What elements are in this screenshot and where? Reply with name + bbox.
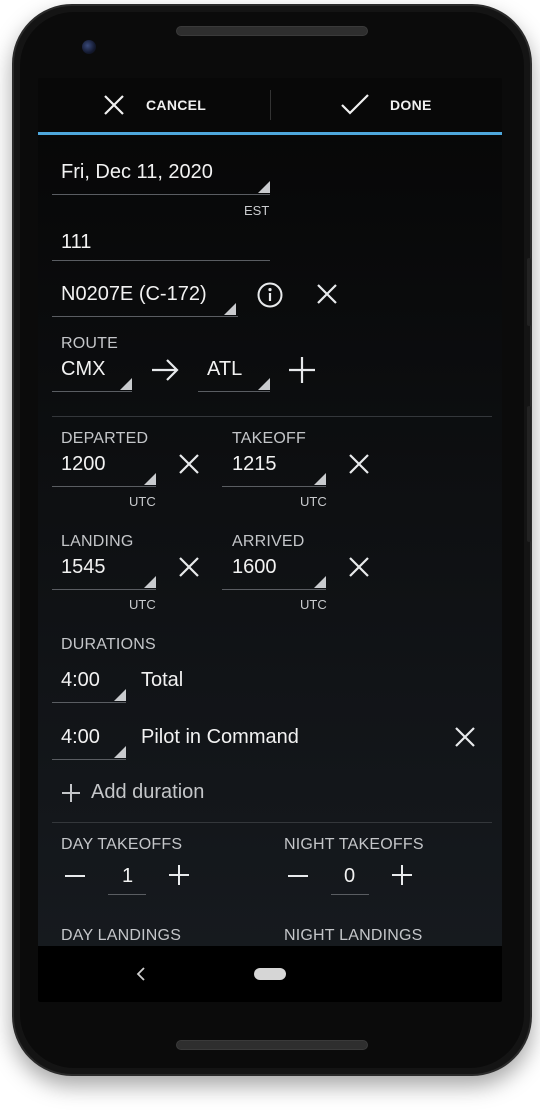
dropdown-triangle-icon [314, 576, 326, 588]
dropdown-triangle-icon [224, 303, 236, 315]
action-bar: CANCEL DONE [38, 78, 502, 135]
add-duration-label: Add duration [91, 781, 205, 803]
dropdown-triangle-icon [114, 746, 126, 758]
top-speaker [176, 26, 368, 36]
date-field[interactable]: Fri, Dec 11, 2020 [61, 161, 213, 184]
takeoff-label: TAKEOFF [232, 430, 306, 447]
date-underline [52, 194, 270, 195]
section-divider [52, 416, 492, 417]
aircraft-underline [52, 316, 238, 317]
dropdown-triangle-icon [114, 689, 126, 701]
departed-label: DEPARTED [61, 430, 149, 447]
duration-value-field[interactable]: 4:00 [61, 726, 100, 749]
dropdown-triangle-icon [258, 181, 270, 193]
landing-field[interactable]: 1545 [61, 556, 106, 579]
duration-underline [52, 759, 126, 760]
arrived-timezone: UTC [300, 597, 327, 612]
day-landings-label: DAY LANDINGS [61, 927, 182, 944]
night-takeoffs-count[interactable]: 0 [344, 865, 355, 888]
done-button[interactable]: DONE [340, 78, 432, 132]
dropdown-triangle-icon [258, 378, 270, 390]
dropdown-triangle-icon [314, 473, 326, 485]
duration-underline [52, 702, 126, 703]
duration-name: Total [141, 669, 184, 691]
remove-duration-close-icon[interactable] [454, 726, 476, 748]
duration-name: Pilot in Command [141, 726, 299, 748]
departed-field[interactable]: 1200 [61, 453, 106, 476]
back-icon[interactable] [136, 966, 146, 982]
departed-timezone: UTC [129, 494, 156, 509]
landing-timezone: UTC [129, 597, 156, 612]
dropdown-triangle-icon [144, 576, 156, 588]
decrement-night-takeoffs-minus-icon[interactable] [288, 875, 308, 877]
departed-underline [52, 486, 156, 487]
route-to-underline [198, 391, 270, 392]
done-label: DONE [390, 97, 432, 113]
clear-takeoff-close-icon[interactable] [348, 453, 370, 475]
cancel-button[interactable]: CANCEL [102, 78, 206, 132]
flight-number-underline [52, 260, 270, 261]
arrived-label: ARRIVED [232, 533, 305, 550]
night-takeoffs-label: NIGHT TAKEOFFS [284, 836, 424, 853]
route-from-field[interactable]: CMX [61, 358, 105, 381]
toolbar-divider [270, 90, 271, 120]
clear-arrived-close-icon[interactable] [348, 556, 370, 578]
add-duration-button[interactable]: Add duration [61, 781, 204, 804]
duration-value-field[interactable]: 4:00 [61, 669, 100, 692]
dropdown-triangle-icon [144, 473, 156, 485]
landing-underline [52, 589, 156, 590]
night-landings-label: NIGHT LANDINGS [284, 927, 423, 944]
day-takeoffs-label: DAY TAKEOFFS [61, 836, 183, 853]
date-timezone: EST [244, 203, 270, 218]
flight-number-field[interactable]: 111 [61, 231, 91, 254]
arrived-underline [222, 589, 326, 590]
home-button[interactable] [254, 968, 286, 980]
clear-landing-close-icon[interactable] [178, 556, 200, 578]
decrement-day-takeoffs-minus-icon[interactable] [65, 875, 85, 877]
aircraft-field[interactable]: N0207E (C-172) [61, 283, 207, 306]
durations-label: DURATIONS [61, 636, 156, 653]
volume-button [527, 406, 531, 542]
power-button [527, 258, 531, 326]
check-icon [341, 94, 369, 115]
increment-night-takeoffs-plus-icon[interactable] [392, 865, 412, 885]
screen: CANCEL DONE Fri, Dec 11, 2020 EST 111 N0… [38, 78, 502, 1002]
clear-departed-close-icon[interactable] [178, 453, 200, 475]
route-from-underline [52, 391, 132, 392]
clear-aircraft-close-icon[interactable] [316, 283, 338, 305]
front-camera [82, 40, 96, 54]
dropdown-triangle-icon [120, 378, 132, 390]
takeoff-field[interactable]: 1215 [232, 453, 277, 476]
arrived-field[interactable]: 1600 [232, 556, 277, 579]
cancel-label: CANCEL [146, 97, 207, 113]
route-label: ROUTE [61, 335, 118, 352]
day-takeoffs-count[interactable]: 1 [122, 865, 133, 888]
close-icon [104, 95, 124, 115]
arrow-right-icon [152, 359, 179, 381]
bottom-speaker [176, 1040, 368, 1050]
add-route-plus-icon[interactable] [288, 356, 316, 384]
takeoff-underline [222, 486, 326, 487]
route-to-field[interactable]: ATL [207, 358, 242, 381]
navigation-bar [38, 946, 502, 1002]
takeoff-timezone: UTC [300, 494, 327, 509]
increment-day-takeoffs-plus-icon[interactable] [169, 865, 189, 885]
night-takeoffs-underline [331, 894, 369, 895]
section-divider [52, 822, 492, 823]
landing-label: LANDING [61, 533, 134, 550]
plus-icon [62, 783, 80, 802]
day-takeoffs-underline [108, 894, 146, 895]
info-icon[interactable] [256, 281, 284, 309]
